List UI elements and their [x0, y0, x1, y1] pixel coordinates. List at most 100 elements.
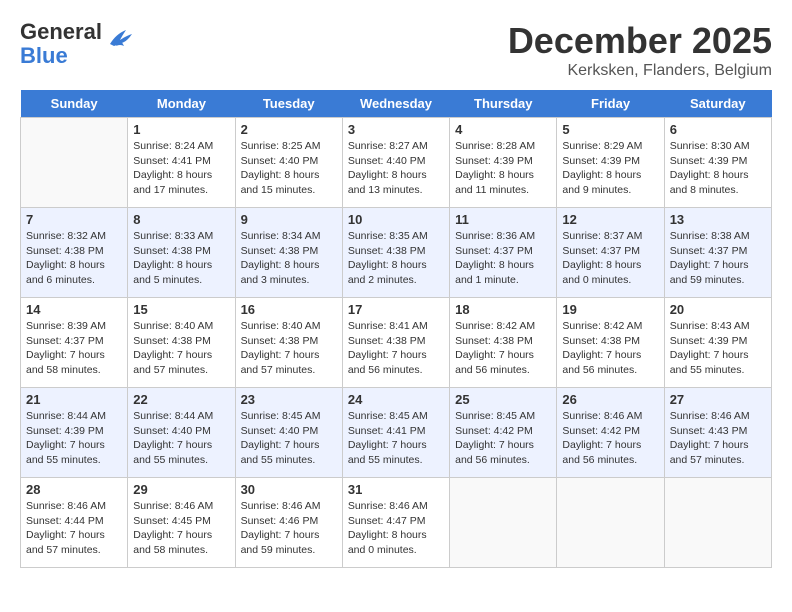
calendar-title: December 2025: [508, 20, 772, 62]
day-number: 4: [455, 122, 551, 137]
table-row: 5 Sunrise: 8:29 AMSunset: 4:39 PMDaylight…: [557, 118, 664, 208]
cell-info: Sunrise: 8:36 AMSunset: 4:37 PMDaylight:…: [455, 229, 551, 288]
day-number: 12: [562, 212, 658, 227]
table-row: 20 Sunrise: 8:43 AMSunset: 4:39 PMDayligh…: [664, 298, 771, 388]
table-row: [21, 118, 128, 208]
table-row: 9 Sunrise: 8:34 AMSunset: 4:38 PMDaylight…: [235, 208, 342, 298]
logo-blue: Blue: [20, 43, 68, 68]
table-row: 25Sunrise: 8:45 AMSunset: 4:42 PMDayligh…: [450, 388, 557, 478]
calendar-subtitle: Kerksken, Flanders, Belgium: [508, 62, 772, 80]
cell-info: Sunrise: 8:33 AMSunset: 4:38 PMDaylight:…: [133, 229, 229, 288]
cell-info: Sunrise: 8:38 AMSunset: 4:37 PMDaylight:…: [670, 229, 766, 288]
cell-info: Sunrise: 8:24 AMSunset: 4:41 PMDaylight:…: [133, 139, 229, 198]
cell-info: Sunrise: 8:46 AMSunset: 4:44 PMDaylight:…: [26, 499, 122, 558]
table-row: 31Sunrise: 8:46 AMSunset: 4:47 PMDayligh…: [342, 478, 449, 568]
day-number: 25: [455, 392, 551, 407]
table-row: 29 Sunrise: 8:46 AMSunset: 4:45 PMDayligh…: [128, 478, 235, 568]
day-number: 27: [670, 392, 766, 407]
table-row: 28 Sunrise: 8:46 AMSunset: 4:44 PMDayligh…: [21, 478, 128, 568]
day-number: 1: [133, 122, 229, 137]
table-row: [557, 478, 664, 568]
header-monday: Monday: [128, 90, 235, 118]
header-friday: Friday: [557, 90, 664, 118]
cell-info: Sunrise: 8:41 AMSunset: 4:38 PMDaylight:…: [348, 319, 444, 378]
day-number: 9: [241, 212, 337, 227]
table-row: 18 Sunrise: 8:42 AMSunset: 4:38 PMDayligh…: [450, 298, 557, 388]
day-number: 6: [670, 122, 766, 137]
calendar-week-row: 1 Sunrise: 8:24 AMSunset: 4:41 PMDaylight…: [21, 118, 772, 208]
cell-info: Sunrise: 8:42 AMSunset: 4:38 PMDaylight:…: [562, 319, 658, 378]
day-number: 24: [348, 392, 444, 407]
day-number: 26: [562, 392, 658, 407]
table-row: 8 Sunrise: 8:33 AMSunset: 4:38 PMDaylight…: [128, 208, 235, 298]
cell-info: Sunrise: 8:46 AMSunset: 4:42 PMDaylight:…: [562, 409, 658, 468]
header-thursday: Thursday: [450, 90, 557, 118]
day-number: 16: [241, 302, 337, 317]
day-number: 30: [241, 482, 337, 497]
cell-info: Sunrise: 8:40 AMSunset: 4:38 PMDaylight:…: [241, 319, 337, 378]
table-row: 30 Sunrise: 8:46 AMSunset: 4:46 PMDayligh…: [235, 478, 342, 568]
cell-info: Sunrise: 8:45 AMSunset: 4:40 PMDaylight:…: [241, 409, 337, 468]
cell-info: Sunrise: 8:40 AMSunset: 4:38 PMDaylight:…: [133, 319, 229, 378]
cell-info: Sunrise: 8:46 AMSunset: 4:46 PMDaylight:…: [241, 499, 337, 558]
cell-info: Sunrise: 8:37 AMSunset: 4:37 PMDaylight:…: [562, 229, 658, 288]
table-row: 17Sunrise: 8:41 AMSunset: 4:38 PMDayligh…: [342, 298, 449, 388]
calendar-week-row: 21Sunrise: 8:44 AMSunset: 4:39 PMDayligh…: [21, 388, 772, 478]
cell-info: Sunrise: 8:29 AMSunset: 4:39 PMDaylight:…: [562, 139, 658, 198]
day-number: 22: [133, 392, 229, 407]
table-row: 11Sunrise: 8:36 AMSunset: 4:37 PMDayligh…: [450, 208, 557, 298]
table-row: 16 Sunrise: 8:40 AMSunset: 4:38 PMDayligh…: [235, 298, 342, 388]
table-row: 19 Sunrise: 8:42 AMSunset: 4:38 PMDayligh…: [557, 298, 664, 388]
cell-info: Sunrise: 8:44 AMSunset: 4:40 PMDaylight:…: [133, 409, 229, 468]
table-row: 10Sunrise: 8:35 AMSunset: 4:38 PMDayligh…: [342, 208, 449, 298]
cell-info: Sunrise: 8:46 AMSunset: 4:43 PMDaylight:…: [670, 409, 766, 468]
calendar-table: Sunday Monday Tuesday Wednesday Thursday…: [20, 90, 772, 568]
day-number: 28: [26, 482, 122, 497]
day-number: 8: [133, 212, 229, 227]
table-row: 6 Sunrise: 8:30 AMSunset: 4:39 PMDaylight…: [664, 118, 771, 208]
table-row: 4 Sunrise: 8:28 AMSunset: 4:39 PMDaylight…: [450, 118, 557, 208]
table-row: 2Sunrise: 8:25 AMSunset: 4:40 PMDaylight…: [235, 118, 342, 208]
day-number: 7: [26, 212, 122, 227]
cell-info: Sunrise: 8:46 AMSunset: 4:47 PMDaylight:…: [348, 499, 444, 558]
table-row: 21Sunrise: 8:44 AMSunset: 4:39 PMDayligh…: [21, 388, 128, 478]
cell-info: Sunrise: 8:44 AMSunset: 4:39 PMDaylight:…: [26, 409, 122, 468]
day-number: 18: [455, 302, 551, 317]
cell-info: Sunrise: 8:46 AMSunset: 4:45 PMDaylight:…: [133, 499, 229, 558]
day-number: 13: [670, 212, 766, 227]
header-wednesday: Wednesday: [342, 90, 449, 118]
cell-info: Sunrise: 8:39 AMSunset: 4:37 PMDaylight:…: [26, 319, 122, 378]
day-number: 14: [26, 302, 122, 317]
table-row: 14 Sunrise: 8:39 AMSunset: 4:37 PMDayligh…: [21, 298, 128, 388]
table-row: 3 Sunrise: 8:27 AMSunset: 4:40 PMDaylight…: [342, 118, 449, 208]
cell-info: Sunrise: 8:34 AMSunset: 4:38 PMDaylight:…: [241, 229, 337, 288]
table-row: [450, 478, 557, 568]
logo-general: General: [20, 19, 102, 44]
day-number: 20: [670, 302, 766, 317]
day-number: 5: [562, 122, 658, 137]
table-row: 23Sunrise: 8:45 AMSunset: 4:40 PMDayligh…: [235, 388, 342, 478]
table-row: 24Sunrise: 8:45 AMSunset: 4:41 PMDayligh…: [342, 388, 449, 478]
cell-info: Sunrise: 8:27 AMSunset: 4:40 PMDaylight:…: [348, 139, 444, 198]
header-tuesday: Tuesday: [235, 90, 342, 118]
header-saturday: Saturday: [664, 90, 771, 118]
cell-info: Sunrise: 8:28 AMSunset: 4:39 PMDaylight:…: [455, 139, 551, 198]
cell-info: Sunrise: 8:25 AMSunset: 4:40 PMDaylight:…: [241, 139, 337, 198]
calendar-week-row: 28 Sunrise: 8:46 AMSunset: 4:44 PMDayligh…: [21, 478, 772, 568]
cell-info: Sunrise: 8:42 AMSunset: 4:38 PMDaylight:…: [455, 319, 551, 378]
table-row: 1 Sunrise: 8:24 AMSunset: 4:41 PMDaylight…: [128, 118, 235, 208]
calendar-week-row: 7Sunrise: 8:32 AMSunset: 4:38 PMDaylight…: [21, 208, 772, 298]
day-number: 19: [562, 302, 658, 317]
table-row: 7Sunrise: 8:32 AMSunset: 4:38 PMDaylight…: [21, 208, 128, 298]
table-row: 26 Sunrise: 8:46 AMSunset: 4:42 PMDayligh…: [557, 388, 664, 478]
days-header-row: Sunday Monday Tuesday Wednesday Thursday…: [21, 90, 772, 118]
cell-info: Sunrise: 8:43 AMSunset: 4:39 PMDaylight:…: [670, 319, 766, 378]
day-number: 10: [348, 212, 444, 227]
calendar-week-row: 14 Sunrise: 8:39 AMSunset: 4:37 PMDayligh…: [21, 298, 772, 388]
logo-bird-icon: [106, 26, 134, 50]
table-row: 27 Sunrise: 8:46 AMSunset: 4:43 PMDayligh…: [664, 388, 771, 478]
table-row: 22 Sunrise: 8:44 AMSunset: 4:40 PMDayligh…: [128, 388, 235, 478]
cell-info: Sunrise: 8:30 AMSunset: 4:39 PMDaylight:…: [670, 139, 766, 198]
day-number: 3: [348, 122, 444, 137]
day-number: 29: [133, 482, 229, 497]
